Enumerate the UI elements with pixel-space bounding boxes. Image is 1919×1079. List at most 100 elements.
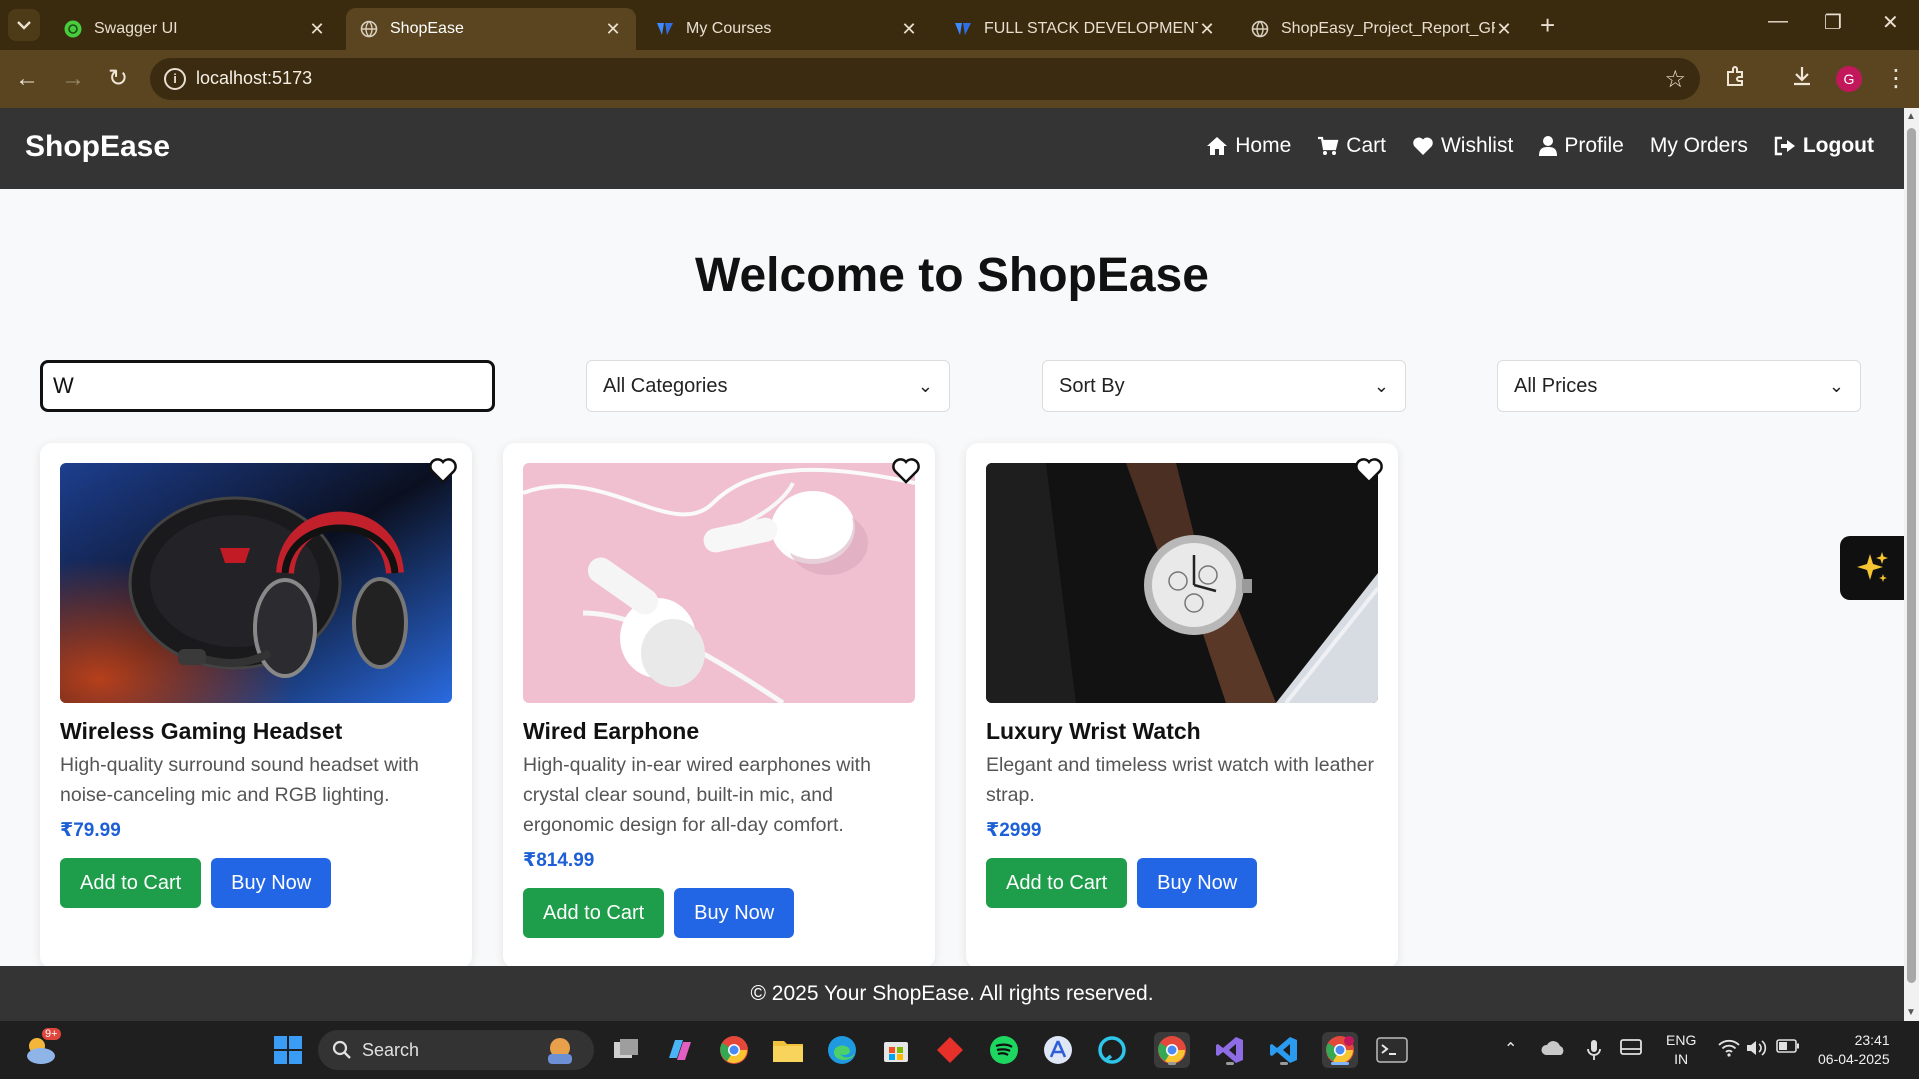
scroll-up-arrow-icon[interactable]: ▲ xyxy=(1906,111,1916,122)
browser-menu-icon[interactable]: ⋮ xyxy=(1884,64,1908,93)
edge-icon[interactable] xyxy=(824,1032,860,1068)
nav-profile-label: Profile xyxy=(1564,134,1624,157)
running-indicator xyxy=(1168,1062,1176,1065)
nav-cart[interactable]: Cart xyxy=(1317,134,1386,158)
wishlist-heart-icon[interactable] xyxy=(1354,457,1384,485)
region-code: IN xyxy=(1674,1051,1689,1067)
add-to-cart-button[interactable]: Add to Cart xyxy=(523,888,665,938)
scrollbar-thumb[interactable] xyxy=(1907,128,1916,983)
display-icon[interactable] xyxy=(1620,1039,1642,1062)
product-actions: Add to Cart Buy Now xyxy=(60,858,332,908)
close-icon[interactable]: ✕ xyxy=(604,19,622,40)
nav-my-orders[interactable]: My Orders xyxy=(1650,134,1748,158)
tab-search-button[interactable] xyxy=(8,9,40,41)
add-to-cart-button[interactable]: Add to Cart xyxy=(60,858,202,908)
add-to-cart-button[interactable]: Add to Cart xyxy=(986,858,1128,908)
download-icon[interactable] xyxy=(1790,64,1814,94)
battery-icon[interactable] xyxy=(1776,1039,1800,1058)
brand-logo[interactable]: ShopEase xyxy=(25,130,170,164)
tab-swagger[interactable]: Swagger UI ✕ xyxy=(50,8,340,50)
onedrive-icon[interactable] xyxy=(1540,1039,1566,1062)
file-explorer-icon[interactable] xyxy=(770,1032,806,1068)
taskbar-search[interactable]: Search xyxy=(318,1030,594,1070)
product-description: High-quality surround sound headset with… xyxy=(60,754,419,806)
buy-now-button[interactable]: Buy Now xyxy=(674,888,795,938)
product-price: ₹79.99 xyxy=(60,820,121,841)
wishlist-heart-icon[interactable] xyxy=(428,457,458,485)
user-icon xyxy=(1539,136,1558,156)
close-icon[interactable]: ✕ xyxy=(1198,19,1216,40)
product-image-watch[interactable] xyxy=(986,463,1378,703)
chrome-icon[interactable] xyxy=(716,1032,752,1068)
close-icon[interactable]: ✕ xyxy=(308,19,326,40)
tab-title: FULL STACK DEVELOPMENT - C xyxy=(984,20,1198,37)
restore-icon[interactable]: ❐ xyxy=(1824,10,1842,35)
wifi-icon[interactable] xyxy=(1718,1039,1740,1062)
tab-my-courses[interactable]: My Courses ✕ xyxy=(642,8,932,50)
system-clock[interactable]: 23:41 06-04-2025 xyxy=(1818,1031,1890,1069)
volume-icon[interactable] xyxy=(1746,1039,1768,1062)
nav-logout-label: Logout xyxy=(1802,134,1874,157)
tab-project-report[interactable]: ShopEasy_Project_Report_GRAC ✕ xyxy=(1237,8,1527,50)
sort-select[interactable]: Sort By ⌄ xyxy=(1042,360,1406,412)
globe-icon xyxy=(360,20,378,38)
bookmark-star-icon[interactable]: ☆ xyxy=(1664,65,1686,94)
buy-now-button[interactable]: Buy Now xyxy=(1137,858,1258,908)
back-arrow-icon[interactable]: ← xyxy=(12,64,42,94)
microsoft-store-icon[interactable] xyxy=(878,1032,914,1068)
windows-start-icon[interactable] xyxy=(270,1032,306,1068)
search-input[interactable] xyxy=(40,360,495,412)
vscode-icon[interactable] xyxy=(1266,1032,1302,1068)
browser-tab-strip: Swagger UI ✕ ShopEase ✕ My Courses ✕ FUL… xyxy=(0,0,1919,50)
page-scrollbar[interactable]: ▲ ▼ xyxy=(1904,108,1919,1021)
nav-logout[interactable]: Logout xyxy=(1774,134,1874,158)
spotify-icon[interactable] xyxy=(986,1032,1022,1068)
task-view-icon[interactable] xyxy=(608,1032,644,1068)
site-info-icon[interactable]: i xyxy=(164,68,186,90)
wishlist-heart-icon[interactable] xyxy=(891,457,921,485)
windows-taskbar: 9+ Search ⌃ ENG IN 23:41 06-04-2025 xyxy=(0,1021,1919,1079)
product-image-headset[interactable] xyxy=(60,463,452,703)
copilot-icon[interactable] xyxy=(662,1032,698,1068)
language-indicator[interactable]: ENG IN xyxy=(1666,1031,1696,1069)
app-store-icon[interactable] xyxy=(1040,1032,1076,1068)
nav-home[interactable]: Home xyxy=(1206,134,1291,158)
forward-arrow-icon[interactable]: → xyxy=(58,64,88,94)
scroll-down-arrow-icon[interactable]: ▼ xyxy=(1906,1007,1916,1018)
extensions-icon[interactable] xyxy=(1724,64,1748,94)
tab-full-stack[interactable]: FULL STACK DEVELOPMENT - C ✕ xyxy=(940,8,1230,50)
price-select[interactable]: All Prices ⌄ xyxy=(1497,360,1861,412)
language-code: ENG xyxy=(1666,1032,1697,1048)
red-diamond-app-icon[interactable] xyxy=(932,1032,968,1068)
minimize-icon[interactable]: — xyxy=(1768,10,1788,33)
nav-profile[interactable]: Profile xyxy=(1539,134,1624,158)
reload-icon[interactable]: ↻ xyxy=(103,64,133,94)
nav-wishlist[interactable]: Wishlist xyxy=(1412,134,1513,158)
category-select[interactable]: All Categories ⌄ xyxy=(586,360,950,412)
terminal-icon[interactable] xyxy=(1374,1032,1410,1068)
microphone-icon[interactable] xyxy=(1586,1039,1602,1066)
alexa-icon[interactable] xyxy=(1094,1032,1130,1068)
window-close-icon[interactable]: ✕ xyxy=(1882,10,1899,35)
chrome-icon[interactable] xyxy=(1154,1032,1190,1068)
url-text: localhost:5173 xyxy=(196,68,313,88)
product-card: Wired Earphone High-quality in-ear wired… xyxy=(503,443,935,968)
product-name: Luxury Wrist Watch xyxy=(986,718,1201,744)
heart-icon xyxy=(1413,137,1433,155)
close-icon[interactable]: ✕ xyxy=(900,19,918,40)
ai-assistant-button[interactable] xyxy=(1840,536,1904,600)
address-bar[interactable]: i localhost:5173 ☆ xyxy=(150,58,1700,100)
chevron-up-icon[interactable]: ⌃ xyxy=(1504,1039,1517,1059)
tab-shopease[interactable]: ShopEase ✕ xyxy=(346,8,636,50)
buy-now-button[interactable]: Buy Now xyxy=(211,858,332,908)
chrome-profile-icon[interactable] xyxy=(1322,1032,1358,1068)
page-viewport: ShopEase Home Cart Wishlist Profile My O… xyxy=(0,108,1904,1021)
visual-studio-icon[interactable] xyxy=(1212,1032,1248,1068)
close-icon[interactable]: ✕ xyxy=(1495,19,1513,40)
new-tab-plus-icon[interactable]: + xyxy=(1540,12,1555,38)
profile-avatar[interactable]: G xyxy=(1836,66,1862,92)
page-title: Welcome to ShopEase xyxy=(695,249,1209,302)
product-image-earphone[interactable] xyxy=(523,463,915,703)
weather-widget-icon[interactable]: 9+ xyxy=(22,1028,61,1068)
product-actions: Add to Cart Buy Now xyxy=(523,888,795,938)
